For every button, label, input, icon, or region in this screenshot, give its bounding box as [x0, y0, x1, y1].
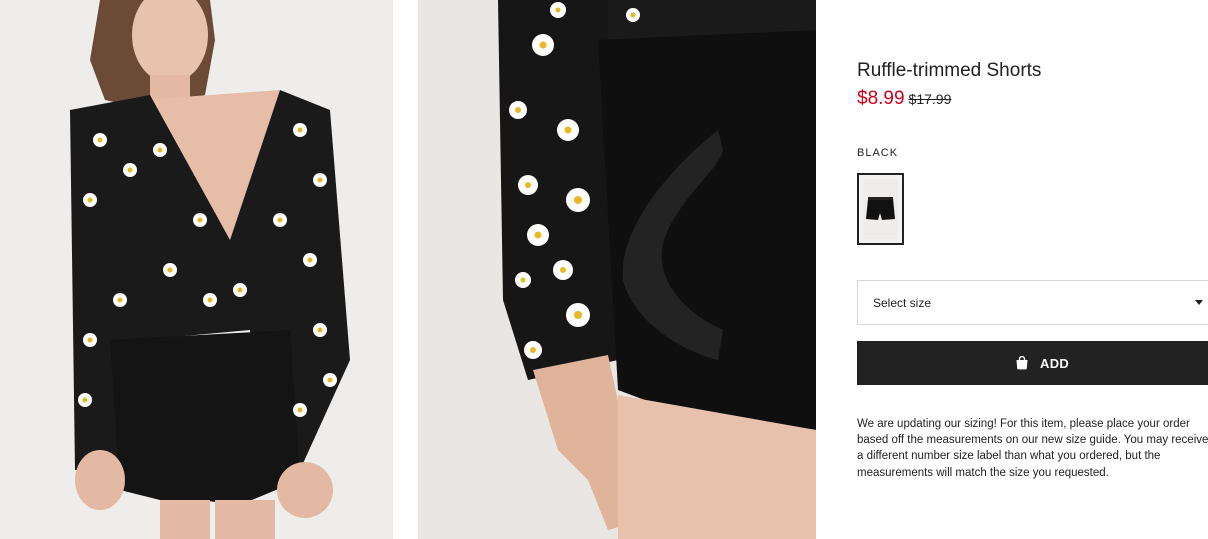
shorts-thumbnail-image	[866, 197, 895, 220]
model-photo-illustration	[0, 0, 393, 539]
add-button-label: ADD	[1040, 356, 1070, 371]
product-image-model[interactable]	[0, 0, 393, 539]
product-page: Ruffle-trimmed Shorts $8.99 $17.99 BLACK …	[0, 0, 1208, 539]
detail-photo-illustration	[418, 0, 816, 539]
shopping-bag-icon	[1016, 356, 1028, 370]
swatch-thumbnail	[863, 179, 898, 239]
product-image-detail[interactable]	[418, 0, 816, 539]
product-info-panel: Ruffle-trimmed Shorts $8.99 $17.99 BLACK …	[857, 0, 1208, 539]
add-to-bag-button[interactable]: ADD	[857, 341, 1208, 385]
chevron-down-icon	[1195, 300, 1203, 305]
price-block: $8.99 $17.99	[857, 88, 951, 110]
original-price: $17.99	[908, 91, 952, 107]
color-swatch-black[interactable]	[857, 173, 904, 245]
sizing-notice: We are updating our sizing! For this ite…	[857, 418, 1208, 479]
size-select-placeholder: Select size	[873, 296, 932, 310]
size-select-dropdown[interactable]: Select size	[857, 280, 1208, 325]
color-name-label: BLACK	[857, 147, 899, 159]
product-title: Ruffle-trimmed Shorts	[857, 60, 1042, 81]
sale-price: $8.99	[857, 88, 905, 109]
